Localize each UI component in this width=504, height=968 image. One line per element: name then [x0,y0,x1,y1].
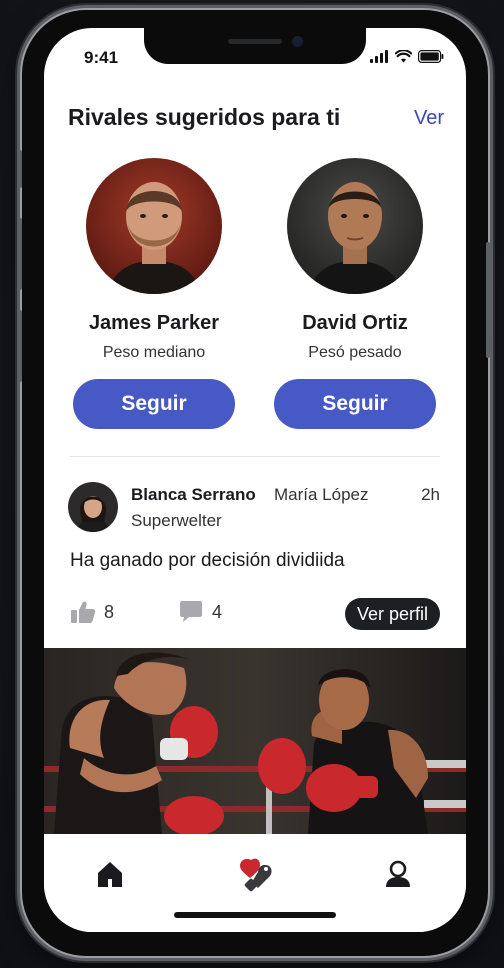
battery-icon [418,50,444,63]
profile-icon [386,860,410,887]
post-author-name[interactable]: Blanca Serrano [131,485,256,505]
suggested-rivals-title: Rivales sugeridos para ti [68,104,341,130]
boxing-match-image [44,648,466,834]
post-timestamp: 2h [421,485,440,504]
tab-profile[interactable] [378,854,418,894]
tab-matches[interactable] [235,854,275,894]
front-camera [292,36,303,47]
avatar[interactable] [86,158,222,294]
thumbs-up-icon [71,601,96,623]
rival-weight-class: Peso mediano [102,344,206,361]
volume-up-button [18,218,22,290]
boxing-gloves-icon [240,858,272,892]
status-time: 9:41 [84,48,119,67]
section-divider [70,456,440,457]
post-photo[interactable] [44,648,466,834]
avatar[interactable] [287,158,423,294]
avatar-portrait-image [287,158,423,294]
rival-name: David Ortiz [302,312,408,334]
home-indicator[interactable] [174,912,336,918]
avatar-portrait-image [68,482,118,532]
signal-icon [370,50,388,63]
wifi-icon [395,50,412,63]
rival-weight-class: Pesó pesado [308,344,402,361]
notch [144,28,366,64]
tab-home[interactable] [90,854,130,894]
rival-card: David Ortiz Pesó pesado Seguir [260,158,450,429]
app-screen: 9:41 Rivales sugeridos para ti Ver James… [44,28,466,932]
power-button [486,242,490,358]
rival-name: James Parker [88,312,220,334]
rival-card: James Parker Peso mediano Seguir [59,158,249,429]
comment-icon [180,601,202,622]
like-count: 8 [104,601,115,622]
comment-count: 4 [212,601,223,622]
post-mention[interactable]: María López [274,485,369,505]
follow-button[interactable]: Seguir [274,379,436,429]
post-text: Ha ganado por decisión dividiida [70,550,345,571]
speaker-grille [228,39,282,44]
volume-down-button [18,310,22,382]
view-profile-button[interactable]: Ver perfil [344,598,440,630]
post-weight-class: Superwelter [131,511,222,530]
comment-button[interactable]: 4 [178,600,222,624]
post-author-avatar[interactable] [68,482,118,532]
status-icons [370,50,444,63]
avatar-portrait-image [86,158,222,294]
see-all-link[interactable]: Ver [414,107,444,130]
home-icon [98,862,122,887]
follow-button[interactable]: Seguir [73,379,235,429]
mute-switch [18,150,22,188]
like-button[interactable]: 8 [70,600,114,624]
